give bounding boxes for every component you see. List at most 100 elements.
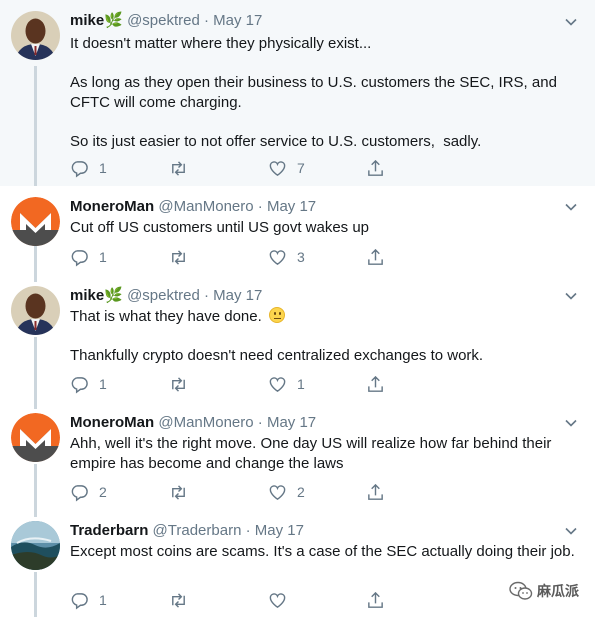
tweet-header: mike🌿 @spektred · May 17 [70, 287, 262, 305]
tweet-actions: 2 2 [70, 482, 400, 502]
name-emoji: 🌿 [104, 287, 123, 304]
retweet-icon [172, 249, 185, 265]
heart-icon [269, 249, 286, 265]
like-button[interactable]: 7 [268, 158, 305, 178]
share-icon [368, 591, 383, 608]
retweet-icon [172, 160, 185, 176]
reply-icon [71, 249, 88, 267]
avatar[interactable] [11, 11, 60, 60]
tweet[interactable]: mike🌿 @spektred · May 17 It doesn't matt… [0, 0, 595, 186]
like-button[interactable]: 1 [268, 374, 305, 394]
display-name[interactable]: MoneroMan [70, 198, 154, 215]
like-count: 3 [297, 249, 305, 265]
handle[interactable]: @ManMonero [158, 414, 253, 431]
retweet-icon [172, 376, 185, 392]
tweet-actions: 1 7 [70, 158, 400, 178]
reply-button[interactable]: 1 [70, 374, 107, 394]
share-button[interactable] [366, 590, 385, 610]
tweet-header: MoneroMan @ManMonero · May 17 [70, 198, 316, 216]
reply-icon [71, 376, 88, 394]
retweet-button[interactable] [169, 247, 198, 267]
reply-button[interactable]: 2 [70, 482, 107, 502]
name-emoji: 🌿 [104, 12, 123, 29]
heart-icon [269, 376, 286, 392]
share-icon [368, 248, 383, 265]
avatar[interactable] [11, 286, 60, 335]
like-count: 7 [297, 160, 305, 176]
tweet-actions: 1 [70, 590, 400, 610]
tweet-text: Ahh, well it's the right move. One day U… [70, 435, 556, 472]
chevron-down-icon[interactable] [564, 15, 578, 29]
tweet-header: mike🌿 @spektred · May 17 [70, 12, 262, 30]
tweet-text: That is what they have done. Thankfully … [70, 307, 484, 364]
avatar[interactable] [11, 413, 60, 462]
handle[interactable]: @spektred [127, 287, 200, 304]
chevron-down-icon[interactable] [564, 200, 578, 214]
share-button[interactable] [366, 247, 385, 267]
tweet[interactable]: MoneroMan @ManMonero · May 17 Cut off US… [0, 189, 595, 277]
retweet-button[interactable] [169, 158, 198, 178]
tweet-actions: 1 1 [70, 374, 400, 394]
retweet-button[interactable] [169, 482, 198, 502]
like-count: 2 [297, 484, 305, 500]
reply-icon [71, 592, 88, 610]
share-button[interactable] [366, 374, 385, 394]
share-button[interactable] [366, 158, 385, 178]
handle[interactable]: @Traderbarn [153, 522, 242, 539]
share-button[interactable] [366, 482, 385, 502]
tweet[interactable]: Traderbarn @Traderbarn · May 17 Except m… [0, 515, 595, 617]
heart-icon [269, 160, 286, 176]
tweet-header: Traderbarn @Traderbarn · May 17 [70, 522, 304, 540]
reply-count: 1 [99, 160, 107, 176]
timestamp[interactable]: · May 17 [204, 12, 262, 29]
display-name[interactable]: mike [70, 287, 104, 304]
like-count: 1 [297, 376, 305, 392]
share-icon [368, 159, 383, 176]
tweet-header: MoneroMan @ManMonero · May 17 [70, 414, 316, 432]
chevron-down-icon[interactable] [564, 416, 578, 430]
handle[interactable]: @spektred [127, 12, 200, 29]
timestamp[interactable]: · May 17 [258, 198, 316, 215]
reply-button[interactable]: 1 [70, 158, 107, 178]
tweet-actions: 1 3 [70, 247, 400, 267]
display-name[interactable]: MoneroMan [70, 414, 154, 431]
chevron-down-icon[interactable] [564, 289, 578, 303]
watermark-text: 麻瓜派 [537, 583, 579, 599]
display-name[interactable]: mike [70, 12, 104, 29]
retweet-icon [172, 484, 185, 500]
share-icon [368, 375, 383, 392]
avatar[interactable] [11, 197, 60, 246]
retweet-button[interactable] [169, 374, 198, 394]
avatar[interactable] [11, 521, 60, 570]
tweet-text: It doesn't matter where they physically … [70, 35, 557, 150]
like-button[interactable] [268, 590, 297, 610]
reply-button[interactable]: 1 [70, 247, 107, 267]
thread-line [34, 66, 37, 186]
wechat-icon [509, 581, 533, 600]
reply-icon [71, 484, 88, 502]
reply-icon [71, 160, 88, 178]
neutral-face-emoji-icon [268, 307, 285, 323]
timestamp[interactable]: · May 17 [204, 287, 262, 304]
reply-button[interactable]: 1 [70, 590, 107, 610]
chevron-down-icon[interactable] [564, 524, 578, 538]
timestamp[interactable]: · May 17 [246, 522, 304, 539]
tweet-text: Except most coins are scams. It's a case… [70, 543, 575, 560]
reply-count: 1 [99, 592, 107, 608]
tweet[interactable]: mike🌿 @spektred · May 17 That is what th… [0, 280, 595, 406]
heart-icon [269, 592, 286, 608]
heart-icon [269, 484, 286, 500]
retweet-button[interactable] [169, 590, 198, 610]
like-button[interactable]: 2 [268, 482, 305, 502]
reply-count: 2 [99, 484, 107, 500]
tweet-text: Cut off US customers until US govt wakes… [70, 219, 370, 236]
tweet[interactable]: MoneroMan @ManMonero · May 17 Ahh, well … [0, 407, 595, 513]
handle[interactable]: @ManMonero [158, 198, 253, 215]
display-name[interactable]: Traderbarn [70, 522, 148, 539]
watermark: 麻瓜派 [509, 581, 579, 601]
reply-count: 1 [99, 249, 107, 265]
like-button[interactable]: 3 [268, 247, 305, 267]
share-icon [368, 483, 383, 500]
retweet-icon [172, 592, 185, 608]
timestamp[interactable]: · May 17 [258, 414, 316, 431]
